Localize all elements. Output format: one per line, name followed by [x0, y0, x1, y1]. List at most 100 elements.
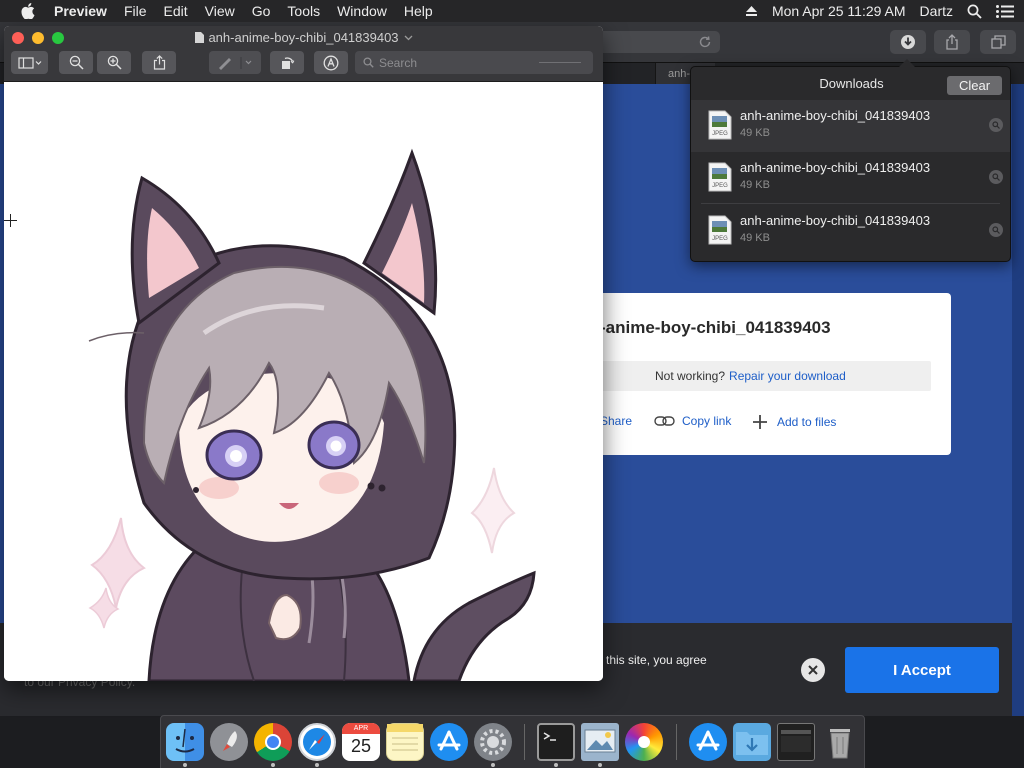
- consent-close-button[interactable]: [801, 658, 825, 682]
- terminal-icon[interactable]: [537, 723, 575, 761]
- page-scroll-edge: [1012, 84, 1024, 716]
- calendar-month: APR: [342, 723, 380, 734]
- eject-icon[interactable]: [745, 5, 758, 17]
- download-item[interactable]: JPEG anh-anime-boy-chibi_041839403 49 KB: [691, 205, 1010, 257]
- apple-menu-icon[interactable]: [18, 1, 38, 21]
- dock-separator: [524, 724, 525, 760]
- menu-window[interactable]: Window: [337, 3, 387, 19]
- calendar-icon[interactable]: APR 25: [342, 723, 380, 761]
- add-to-files-label: Add to files: [777, 415, 837, 429]
- reload-icon[interactable]: [697, 34, 713, 50]
- downloads-popover: Downloads Clear JPEG anh-anime-boy-chibi…: [690, 59, 1011, 262]
- preview-app-icon[interactable]: [581, 723, 619, 761]
- menu-view[interactable]: View: [205, 3, 235, 19]
- zoom-in-button[interactable]: [97, 51, 131, 74]
- menu-go[interactable]: Go: [252, 3, 271, 19]
- svg-text:JPEG: JPEG: [712, 183, 728, 189]
- finder-icon[interactable]: [166, 723, 204, 761]
- add-to-files-button[interactable]: Add to files: [752, 414, 836, 430]
- menu-edit[interactable]: Edit: [164, 3, 188, 19]
- launchpad-icon[interactable]: [210, 723, 248, 761]
- card-filename: -anime-boy-chibi_041839403: [600, 318, 831, 337]
- window-title: anh-anime-boy-chibi_041839403: [4, 30, 603, 45]
- rotate-button[interactable]: [270, 51, 304, 74]
- share-icon: [153, 55, 165, 70]
- share-link-button[interactable]: Share: [600, 414, 632, 428]
- menu-tools[interactable]: Tools: [287, 3, 320, 19]
- accept-button[interactable]: I Accept: [845, 647, 999, 693]
- system-preferences-icon[interactable]: [474, 723, 512, 761]
- download-item-size: 49 KB: [740, 127, 770, 139]
- image-canvas[interactable]: [4, 83, 603, 681]
- spotlight-search-icon[interactable]: [967, 4, 982, 19]
- preview-titlebar: anh-anime-boy-chibi_041839403 Search: [4, 26, 603, 82]
- window-title-text: anh-anime-boy-chibi_041839403: [208, 30, 399, 45]
- menu-app-name[interactable]: Preview: [54, 3, 107, 19]
- crosshair-cursor-icon: [4, 214, 17, 227]
- document-icon: [195, 32, 205, 43]
- menubar-clock[interactable]: Mon Apr 25 11:29 AM: [772, 3, 906, 19]
- preview-window: anh-anime-boy-chibi_041839403 Search: [4, 26, 603, 681]
- clear-downloads-button[interactable]: Clear: [947, 76, 1002, 95]
- download-item-name: anh-anime-boy-chibi_041839403: [740, 160, 931, 175]
- zoom-out-icon: [69, 55, 84, 70]
- not-working-bar: Not working? Repair your download: [600, 361, 931, 391]
- download-item-name: anh-anime-boy-chibi_041839403: [740, 108, 931, 123]
- download-item[interactable]: JPEG anh-anime-boy-chibi_041839403 49 KB: [691, 152, 1010, 204]
- menu-bar: Preview File Edit View Go Tools Window H…: [0, 0, 1024, 22]
- download-item[interactable]: JPEG anh-anime-boy-chibi_041839403 49 KB: [691, 100, 1010, 152]
- card-actions: Share Copy link Add to files: [600, 414, 945, 432]
- safari-icon[interactable]: [298, 723, 336, 761]
- menu-help[interactable]: Help: [404, 3, 433, 19]
- photos-icon[interactable]: [625, 723, 663, 761]
- running-indicator: [315, 763, 319, 767]
- running-indicator: [554, 763, 558, 767]
- markup-pen-button[interactable]: [209, 51, 261, 74]
- search-placeholder: Search: [379, 55, 418, 70]
- notification-center-icon[interactable]: [996, 4, 1014, 18]
- downloads-folder-icon[interactable]: [733, 723, 771, 761]
- reveal-in-finder-icon[interactable]: [989, 118, 1003, 132]
- search-field[interactable]: Search: [355, 51, 593, 74]
- markup-toolbar-button[interactable]: [314, 51, 348, 74]
- zoom-in-icon: [107, 55, 122, 70]
- link-icon: [654, 416, 675, 426]
- tabs-icon: [990, 35, 1006, 49]
- trash-icon[interactable]: [821, 723, 859, 761]
- downloads-toolbar-button[interactable]: [890, 30, 926, 54]
- copy-link-label: Copy link: [682, 414, 732, 428]
- zoom-out-button[interactable]: [59, 51, 93, 74]
- calendar-day: 25: [350, 736, 372, 756]
- screen-window-icon[interactable]: [777, 723, 815, 761]
- copy-link-button[interactable]: Copy link: [654, 414, 731, 428]
- svg-text:JPEG: JPEG: [712, 131, 728, 137]
- jpeg-file-icon: JPEG: [708, 162, 732, 192]
- sidebar-icon: [17, 56, 41, 69]
- app-store-icon[interactable]: [430, 723, 468, 761]
- chibi-illustration: [88, 148, 536, 681]
- app-store-downloads-icon[interactable]: [689, 723, 727, 761]
- tabs-overview-button[interactable]: [980, 30, 1016, 54]
- rotate-icon: [281, 57, 294, 69]
- download-item-name: anh-anime-boy-chibi_041839403: [740, 213, 931, 228]
- markup-icon: [323, 55, 339, 70]
- consent-text: e this site, you agree: [596, 653, 707, 667]
- menubar-user[interactable]: Dartz: [920, 3, 953, 19]
- dock-separator: [676, 724, 677, 760]
- download-arrow-icon: [901, 35, 915, 49]
- menu-file[interactable]: File: [124, 3, 147, 19]
- share-icon: [946, 34, 958, 50]
- share-button[interactable]: [142, 51, 176, 74]
- share-toolbar-button[interactable]: [934, 30, 970, 54]
- search-field-divider: [539, 62, 581, 63]
- running-indicator: [491, 763, 495, 767]
- jpeg-file-icon: JPEG: [708, 110, 732, 140]
- sidebar-toggle-button[interactable]: [11, 51, 48, 74]
- chrome-icon[interactable]: [254, 723, 292, 761]
- share-label: Share: [600, 414, 633, 428]
- reveal-in-finder-icon[interactable]: [989, 170, 1003, 184]
- repair-download-link[interactable]: Repair your download: [729, 369, 846, 383]
- notes-icon[interactable]: [386, 723, 424, 761]
- reveal-in-finder-icon[interactable]: [989, 223, 1003, 237]
- not-working-text: Not working?: [655, 369, 726, 383]
